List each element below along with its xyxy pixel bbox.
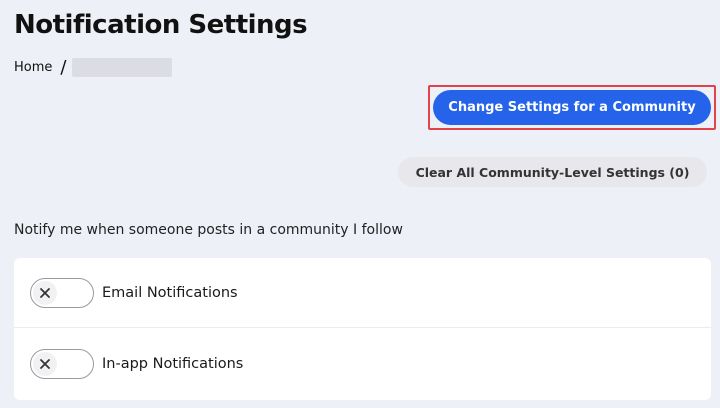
notification-card: Email Notifications In-app Notifications: [14, 258, 711, 400]
breadcrumb-home-link[interactable]: Home: [14, 60, 52, 75]
section-label: Notify me when someone posts in a commun…: [14, 222, 403, 238]
toggle-row-in-app: In-app Notifications: [14, 329, 711, 399]
breadcrumb-current-redacted: [72, 58, 173, 77]
email-notifications-label: Email Notifications: [102, 284, 238, 301]
x-icon: [40, 287, 50, 298]
in-app-notifications-toggle[interactable]: [30, 349, 94, 379]
in-app-notifications-label: In-app Notifications: [102, 356, 244, 372]
page-title: Notification Settings: [14, 10, 308, 40]
clear-all-settings-button[interactable]: Clear All Community-Level Settings (0): [398, 157, 707, 187]
toggle-row-email: Email Notifications: [14, 258, 711, 328]
toggle-knob: [33, 352, 57, 376]
breadcrumb: Home /: [14, 56, 173, 78]
breadcrumb-separator: /: [60, 56, 67, 78]
toggle-knob: [33, 280, 57, 305]
email-notifications-toggle[interactable]: [30, 277, 94, 308]
x-icon: [40, 359, 50, 369]
change-settings-button[interactable]: Change Settings for a Community: [433, 90, 711, 125]
